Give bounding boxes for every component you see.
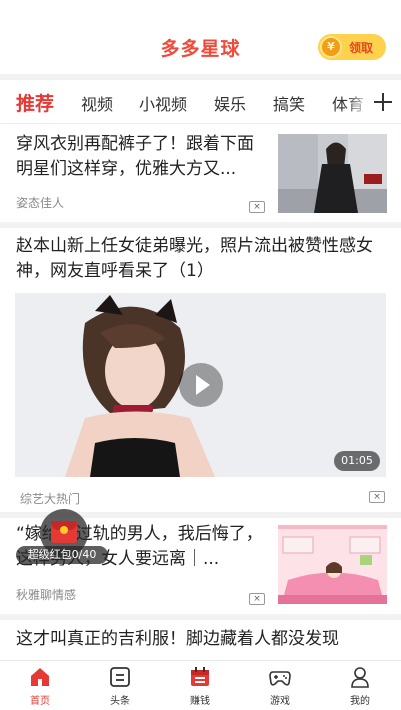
nav-home[interactable]: 首页 — [0, 661, 80, 710]
nav-label: 赚钱 — [190, 696, 210, 707]
dismiss-icon[interactable]: × — [249, 593, 265, 605]
nav-label: 首页 — [30, 696, 50, 707]
dismiss-icon[interactable]: × — [369, 491, 385, 503]
nav-label: 我的 — [350, 696, 370, 707]
dismiss-icon[interactable]: × — [249, 201, 265, 213]
article-source: 姿态佳人 — [16, 196, 65, 210]
nav-games[interactable]: 游戏 — [240, 661, 320, 710]
gamepad-icon — [269, 671, 291, 686]
profile-icon — [351, 667, 369, 688]
calendar-earn-icon — [191, 667, 209, 686]
redpack-progress-label: 超级红包0/40 — [16, 546, 108, 564]
home-icon — [31, 668, 49, 686]
article-thumbnail — [278, 525, 387, 604]
app-header: 多多星球 ¥ 领取 — [0, 0, 401, 74]
claim-label: 领取 — [349, 41, 374, 55]
article-thumbnail — [278, 134, 387, 213]
thumbnail-image — [278, 134, 387, 213]
article-title: 穿风衣别再配裤子了！跟着下面明星们这样穿，优雅大方又... — [16, 134, 254, 179]
nav-label: 游戏 — [270, 696, 290, 707]
video-player[interactable]: 01:05 — [15, 293, 386, 477]
news-feed: 穿风衣别再配裤子了！跟着下面明星们这样穿，优雅大方又... 姿态佳人 × 赵本山… — [0, 124, 401, 660]
article-source: 综艺大热门 — [20, 492, 81, 506]
tab-recommend[interactable]: 推荐 — [16, 89, 54, 116]
add-channel-icon[interactable] — [367, 80, 401, 123]
feed-article[interactable]: 穿风衣别再配裤子了！跟着下面明星们这样穿，优雅大方又... 姿态佳人 × — [0, 124, 401, 222]
article-source: 秋雅聊情感 — [16, 588, 77, 602]
nav-label: 头条 — [110, 696, 130, 707]
tab-entertainment[interactable]: 娱乐 — [214, 91, 246, 115]
coin-icon: ¥ — [320, 36, 342, 58]
nav-earn[interactable]: 赚钱 — [160, 661, 240, 710]
nav-profile[interactable]: 我的 — [320, 661, 400, 710]
play-icon[interactable] — [179, 363, 223, 407]
article-title: 赵本山新上任女徒弟曝光，照片流出被赞性感女神，网友直呼看呆了（1） — [16, 236, 373, 281]
thumbnail-image — [278, 525, 387, 604]
nav-headlines[interactable]: 头条 — [80, 661, 160, 710]
claim-reward-button[interactable]: ¥ 领取 — [318, 34, 386, 60]
tab-short-video[interactable]: 小视频 — [139, 91, 187, 115]
video-duration: 01:05 — [334, 451, 380, 471]
tab-funny[interactable]: 搞笑 — [273, 91, 305, 115]
tab-video[interactable]: 视频 — [81, 91, 113, 115]
red-envelope-icon — [51, 521, 77, 543]
article-title: 这才叫真正的吉利服！脚边藏着人都没发现 — [16, 629, 339, 649]
category-tabs: 推荐 视频 小视频 娱乐 搞笑 体育 — [0, 80, 401, 124]
bottom-navigation: 首页 头条 赚钱 游戏 我的 — [0, 660, 401, 710]
headline-icon — [110, 667, 130, 687]
feed-article[interactable]: 这才叫真正的吉利服！脚边藏着人都没发现 — [0, 620, 401, 660]
